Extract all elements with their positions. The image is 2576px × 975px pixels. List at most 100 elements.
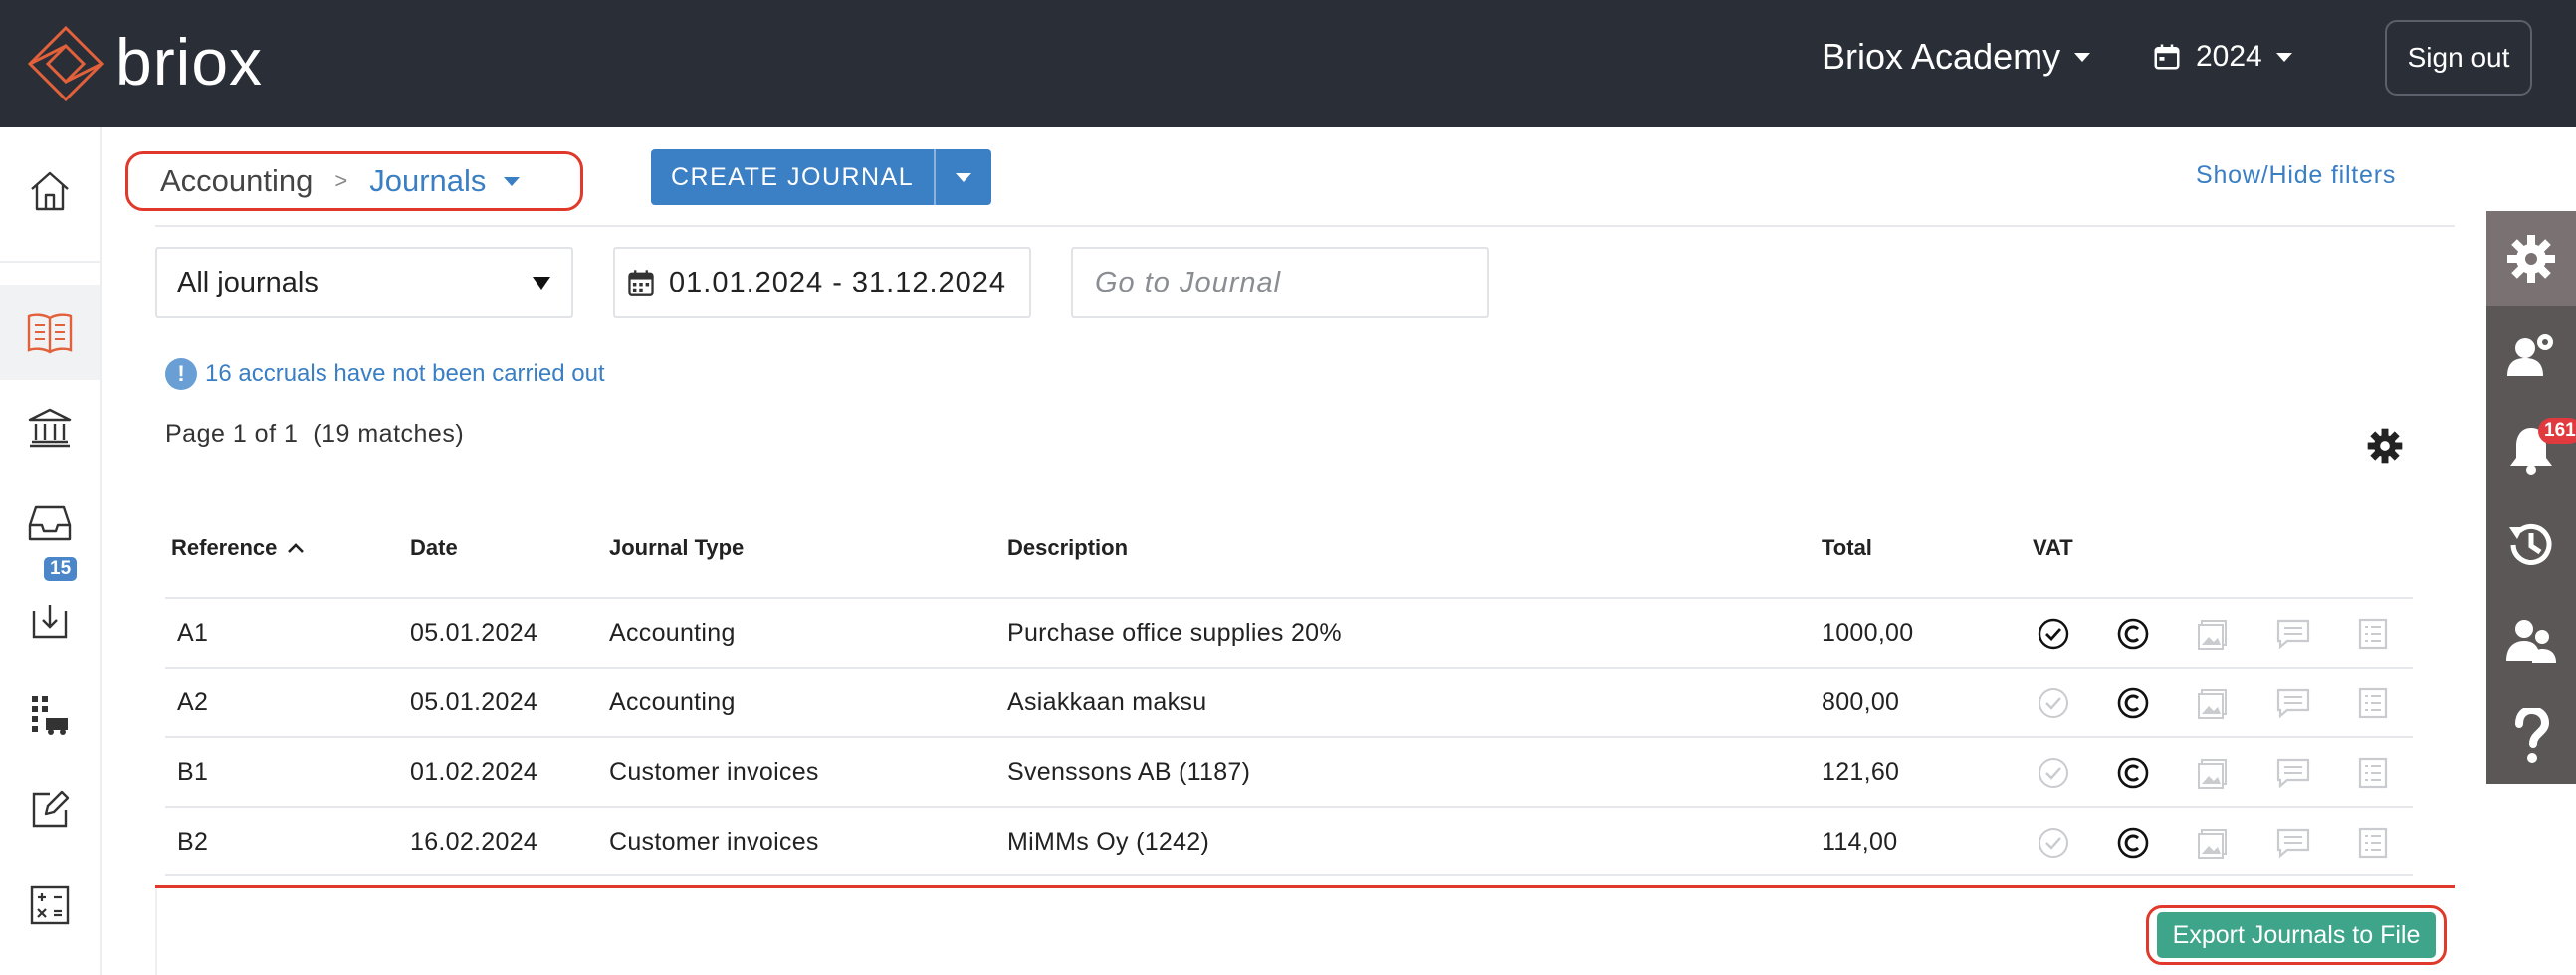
vat-status[interactable] (2037, 756, 2070, 797)
attachments-button[interactable] (2196, 826, 2230, 867)
attachments-button[interactable] (2196, 617, 2230, 658)
breadcrumb-journals-label: Journals (369, 163, 487, 198)
comments-button[interactable] (2275, 686, 2311, 727)
cell-reference[interactable]: B1 (177, 758, 208, 787)
column-journal-type[interactable]: Journal Type (609, 535, 744, 561)
accrual-notice[interactable]: ! 16 accruals have not been carried out (165, 358, 605, 390)
copyright-icon (2117, 827, 2149, 859)
table-settings-button[interactable] (2367, 428, 2403, 469)
sign-out-button[interactable]: Sign out (2385, 20, 2532, 96)
image-icon (2198, 759, 2227, 789)
nav-home[interactable] (0, 143, 100, 239)
details-button[interactable] (2357, 686, 2389, 727)
table-row[interactable]: B2 16.02.2024 Customer invoices MiMMs Oy (1… (165, 806, 2413, 876)
rail-settings[interactable] (2486, 211, 2576, 306)
comments-button[interactable] (2275, 826, 2311, 867)
cell-reference[interactable]: A2 (177, 688, 208, 717)
rail-users[interactable] (2486, 593, 2576, 688)
rail-user-settings[interactable] (2486, 306, 2576, 402)
table-row[interactable]: B1 01.02.2024 Customer invoices Svenssons A… (165, 736, 2413, 806)
year-value: 2024 (2196, 40, 2262, 73)
go-to-journal-input[interactable]: Go to Journal (1071, 247, 1489, 318)
create-journal-button[interactable]: CREATE JOURNAL (651, 149, 935, 205)
info-icon: ! (165, 358, 197, 390)
comments-button[interactable] (2275, 617, 2311, 658)
comment-icon (2276, 758, 2310, 789)
copy-journal-button[interactable] (2116, 617, 2150, 658)
nav-suppliers[interactable] (0, 667, 100, 762)
nav-accounting[interactable] (0, 285, 100, 380)
details-button[interactable] (2357, 826, 2389, 867)
sort-ascending-icon (288, 543, 305, 553)
home-icon (31, 171, 69, 211)
briox-logo[interactable]: briox (26, 16, 263, 111)
cell-journal-type: Accounting (609, 688, 736, 716)
cell-date: 05.01.2024 (410, 688, 538, 716)
attachments-button[interactable] (2196, 686, 2230, 727)
triangle-down-icon (533, 277, 550, 290)
copy-journal-button[interactable] (2116, 756, 2150, 797)
copyright-icon (2117, 618, 2149, 650)
image-icon (2198, 829, 2227, 859)
create-journal-dropdown[interactable] (934, 149, 992, 205)
breadcrumb-journals-dropdown[interactable]: Journals (369, 163, 521, 199)
cell-description: Asiakkaan maksu (1007, 688, 1207, 716)
year-selector[interactable]: 2024 (2152, 40, 2292, 74)
open-book-icon (27, 313, 73, 354)
copyright-icon (2117, 757, 2149, 789)
nav-bank[interactable] (0, 380, 100, 476)
rail-notifications[interactable]: 161 (2486, 402, 2576, 497)
vat-status[interactable] (2037, 826, 2070, 867)
inbox-icon (28, 505, 72, 541)
nav-edit[interactable] (0, 762, 100, 858)
cell-reference[interactable]: B2 (177, 828, 208, 857)
comment-icon (2276, 828, 2310, 859)
question-icon (2515, 708, 2550, 763)
journal-type-value: All journals (177, 266, 319, 298)
column-date[interactable]: Date (410, 535, 458, 561)
nav-upload[interactable]: 15 (0, 557, 100, 667)
cell-total: 121,60 (1822, 758, 1900, 786)
rail-history[interactable] (2486, 497, 2576, 593)
journal-type-select[interactable]: All journals (155, 247, 573, 318)
nav-calculator[interactable] (0, 858, 100, 953)
vat-status[interactable] (2037, 617, 2070, 658)
image-icon (2198, 620, 2227, 650)
show-hide-filters-link[interactable]: Show/Hide filters (2196, 161, 2396, 190)
attachments-button[interactable] (2196, 756, 2230, 797)
copy-journal-button[interactable] (2116, 826, 2150, 867)
comments-button[interactable] (2275, 756, 2311, 797)
download-tray-icon (32, 605, 68, 639)
table-row[interactable]: A1 05.01.2024 Accounting Purchase office su… (165, 597, 2413, 667)
date-range-field[interactable]: 01.01.2024 - 31.12.2024 (613, 247, 1031, 318)
vat-status[interactable] (2037, 686, 2070, 727)
column-description[interactable]: Description (1007, 535, 1128, 561)
cell-reference[interactable]: A1 (177, 619, 208, 648)
edit-icon (32, 790, 70, 828)
rail-help[interactable] (2486, 688, 2576, 784)
column-reference[interactable]: Reference (171, 535, 305, 561)
vat-check-icon (2038, 618, 2069, 650)
calendar-icon (628, 270, 654, 296)
table-row[interactable]: A2 05.01.2024 Accounting Asiakkaan maksu 800… (165, 667, 2413, 736)
breadcrumb-accounting[interactable]: Accounting (160, 163, 313, 199)
table-footer (155, 888, 2455, 975)
calculator-icon (30, 885, 70, 925)
logo-text: briox (115, 25, 264, 98)
page-info: Page 1 of 1 (19 matches) (165, 420, 465, 448)
details-button[interactable] (2357, 617, 2389, 658)
details-button[interactable] (2357, 756, 2389, 797)
column-vat[interactable]: VAT (2033, 535, 2073, 561)
briox-logo-icon (27, 25, 105, 102)
create-journal-group: CREATE JOURNAL (651, 149, 992, 205)
list-icon (2358, 618, 2388, 650)
column-total[interactable]: Total (1822, 535, 1872, 561)
history-icon (2509, 523, 2552, 565)
company-selector[interactable]: Briox Academy (1822, 36, 2091, 78)
copy-journal-button[interactable] (2116, 686, 2150, 727)
chevron-down-icon (2074, 52, 2091, 62)
building-truck-icon (32, 696, 68, 735)
bank-icon (28, 408, 72, 448)
export-journals-button[interactable]: Export Journals to File (2157, 912, 2436, 958)
cell-total: 114,00 (1822, 828, 1898, 856)
